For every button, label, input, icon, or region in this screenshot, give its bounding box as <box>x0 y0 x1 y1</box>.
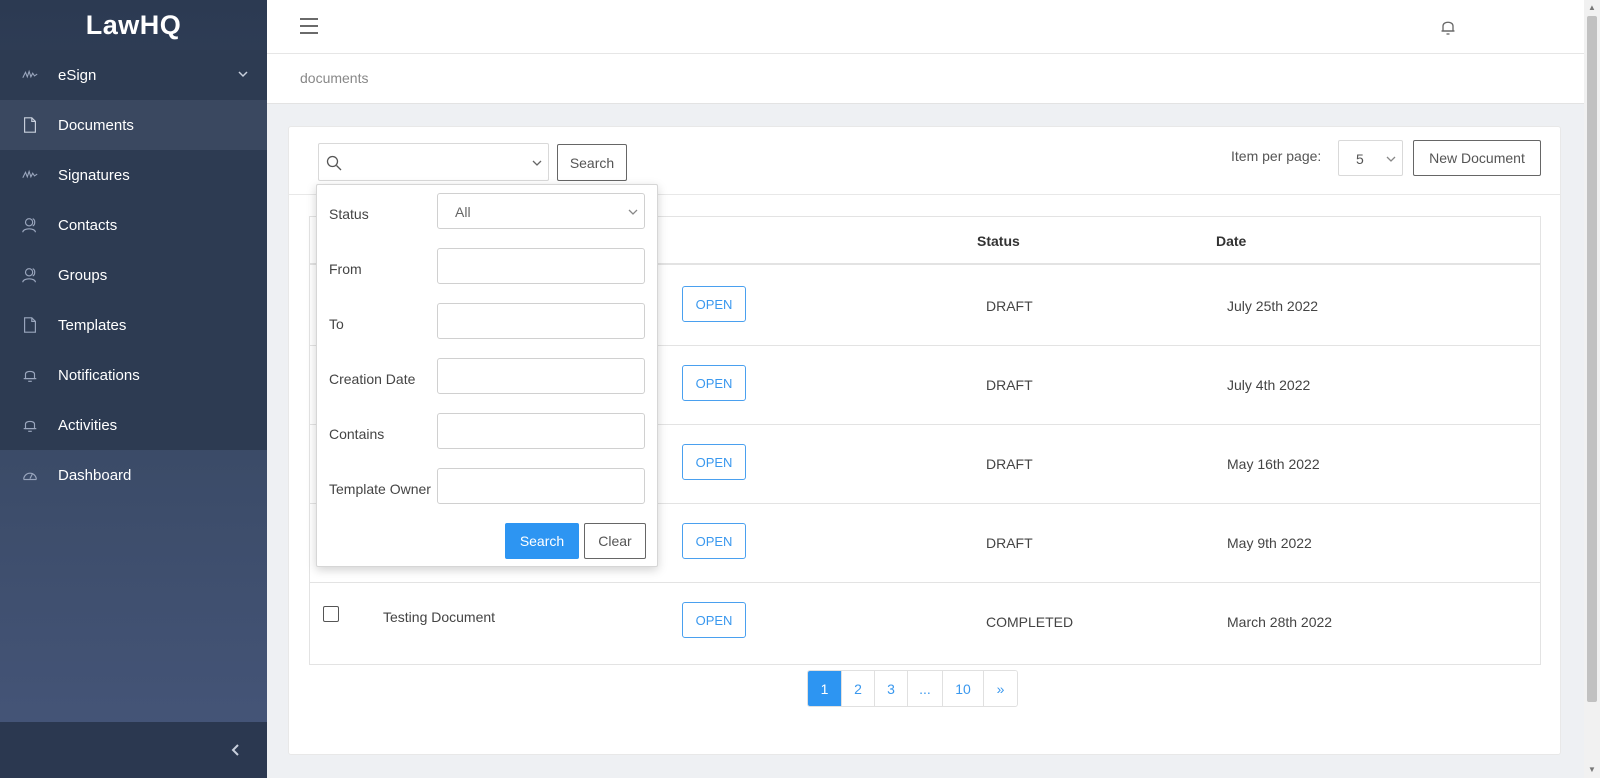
status-text: DRAFT <box>986 377 1033 393</box>
sidebar-item-label: Signatures <box>58 166 130 184</box>
status-text: DRAFT <box>986 456 1033 472</box>
open-button[interactable]: OPEN <box>682 286 746 322</box>
page-button-10[interactable]: 10 <box>943 671 984 706</box>
open-button[interactable]: OPEN <box>682 444 746 480</box>
column-header-status[interactable]: Status <box>977 233 1020 249</box>
bell-icon[interactable] <box>1440 18 1456 36</box>
open-button[interactable]: OPEN <box>682 523 746 559</box>
status-text: DRAFT <box>986 535 1033 551</box>
page-button-2[interactable]: 2 <box>842 671 875 706</box>
to-input[interactable] <box>437 303 645 339</box>
date-text: May 9th 2022 <box>1227 535 1312 551</box>
scrollbar-thumb[interactable] <box>1587 16 1597 702</box>
sidebar-item-esign[interactable]: eSign <box>0 50 267 100</box>
date-text: July 25th 2022 <box>1227 298 1319 314</box>
status-select-value: All <box>455 204 471 220</box>
signature-icon <box>20 165 40 185</box>
new-document-button[interactable]: New Document <box>1413 140 1541 176</box>
sidebar-item-contacts[interactable]: Contacts <box>0 200 267 250</box>
sidebar-item-groups[interactable]: Groups <box>0 250 267 300</box>
column-header-date[interactable]: Date <box>1216 233 1246 249</box>
breadcrumb-bar: documents <box>267 54 1584 104</box>
creation-date-input[interactable] <box>437 358 645 394</box>
template-owner-label: Template Owner <box>329 481 431 497</box>
chevron-down-icon <box>1386 156 1396 162</box>
sidebar-nav: eSign Documents Signatures Contacts Grou… <box>0 50 267 500</box>
contains-input[interactable] <box>437 413 645 449</box>
open-button[interactable]: OPEN <box>682 365 746 401</box>
groups-icon <box>20 265 40 285</box>
signature-icon <box>20 65 40 85</box>
per-page-label: Item per page: <box>1231 148 1322 164</box>
search-icon <box>326 155 342 171</box>
sidebar-item-label: Documents <box>58 116 134 134</box>
from-label: From <box>329 261 362 277</box>
row-checkbox[interactable] <box>323 606 339 622</box>
sidebar-item-label: Contacts <box>58 216 118 234</box>
pagination: 1 2 3 ... 10 » <box>807 670 1018 707</box>
sidebar-item-notifications[interactable]: Notifications <box>0 350 267 400</box>
page-button-3[interactable]: 3 <box>875 671 908 706</box>
date-text: May 16th 2022 <box>1227 456 1320 472</box>
page-next-button[interactable]: » <box>984 671 1017 706</box>
status-text: COMPLETED <box>986 614 1074 630</box>
page-button-1[interactable]: 1 <box>808 671 842 706</box>
sidebar-item-dashboard[interactable]: Dashboard <box>0 450 267 500</box>
scroll-down-arrow-icon[interactable]: ▼ <box>1587 765 1597 775</box>
sidebar-item-label: Notifications <box>58 366 140 384</box>
status-select[interactable]: All <box>437 193 645 229</box>
sidebar-item-label: Activities <box>58 416 118 434</box>
bell-icon <box>20 365 40 385</box>
hamburger-menu-icon[interactable] <box>299 17 319 35</box>
sidebar-item-activities[interactable]: Activities <box>0 400 267 450</box>
filter-clear-button[interactable]: Clear <box>584 523 646 559</box>
chevron-down-icon <box>238 71 248 78</box>
per-page-select[interactable]: 5 <box>1338 140 1403 176</box>
sidebar-item-label: eSign <box>58 66 97 84</box>
sidebar-item-templates[interactable]: Templates <box>0 300 267 350</box>
sidebar-collapse[interactable] <box>0 722 267 778</box>
search-select[interactable] <box>318 143 549 181</box>
dashboard-icon <box>20 465 40 485</box>
document-icon <box>20 115 40 135</box>
template-owner-input[interactable] <box>437 468 645 504</box>
sidebar-item-label: Dashboard <box>58 466 132 484</box>
per-page-value: 5 <box>1356 151 1364 167</box>
filter-popup: Status All From To Creation Date Contain… <box>316 184 658 567</box>
table-row: Testing Document OPEN COMPLETED March 28… <box>310 583 1540 662</box>
chevron-down-icon <box>628 209 638 215</box>
from-input[interactable] <box>437 248 645 284</box>
sidebar-item-label: Groups <box>58 266 108 284</box>
template-icon <box>20 315 40 335</box>
page-scrollbar[interactable]: ▲ ▼ <box>1584 0 1600 778</box>
chevron-left-icon <box>231 744 239 756</box>
contains-label: Contains <box>329 426 385 442</box>
filter-search-button[interactable]: Search <box>505 523 579 559</box>
date-text: March 28th 2022 <box>1227 614 1333 630</box>
breadcrumb[interactable]: documents <box>300 70 368 86</box>
contacts-icon <box>20 215 40 235</box>
creation-date-label: Creation Date <box>329 371 416 387</box>
sidebar-item-label: Templates <box>58 316 127 334</box>
status-text: DRAFT <box>986 298 1033 314</box>
top-header <box>267 0 1584 54</box>
scroll-up-arrow-icon[interactable]: ▲ <box>1587 3 1597 13</box>
sidebar-item-signatures[interactable]: Signatures <box>0 150 267 200</box>
date-text: July 4th 2022 <box>1227 377 1311 393</box>
status-label: Status <box>329 206 369 222</box>
search-button[interactable]: Search <box>557 144 627 181</box>
sidebar: LawHQ eSign Documents Signatures Contact… <box>0 0 267 778</box>
document-name[interactable]: Testing Document <box>383 609 495 625</box>
open-button[interactable]: OPEN <box>682 602 746 638</box>
page-ellipsis[interactable]: ... <box>908 671 943 706</box>
bell-icon <box>20 415 40 435</box>
to-label: To <box>329 316 344 332</box>
sidebar-item-documents[interactable]: Documents <box>0 100 267 150</box>
app-logo[interactable]: LawHQ <box>0 0 267 50</box>
chevron-down-icon <box>532 160 542 166</box>
